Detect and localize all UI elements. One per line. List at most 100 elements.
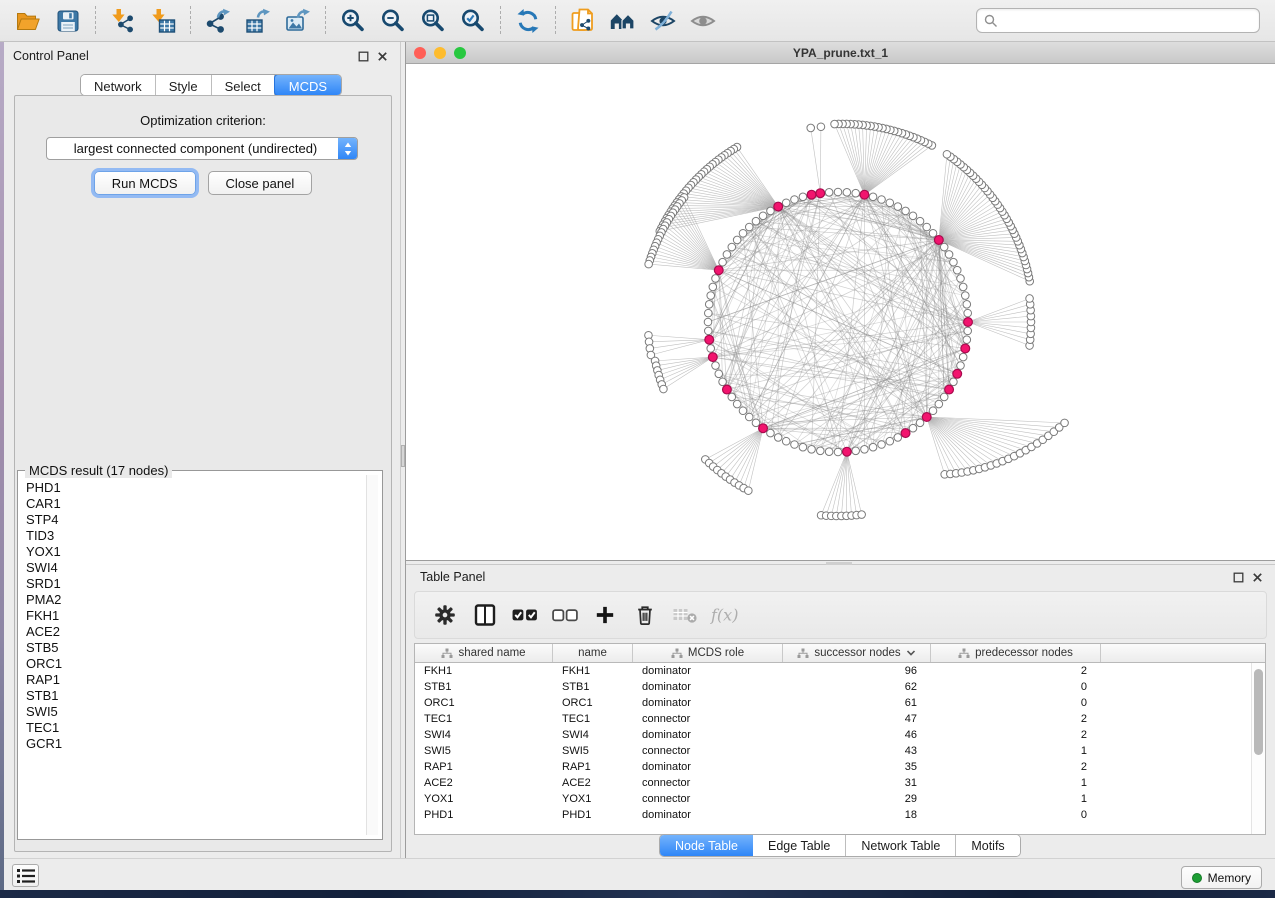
graph-node-selected[interactable] <box>774 202 783 211</box>
table-settings-button[interactable] <box>428 597 462 633</box>
float-panel-icon[interactable] <box>1233 572 1244 583</box>
graph-node[interactable] <box>878 441 886 449</box>
graph-node[interactable] <box>704 318 712 326</box>
graph-node[interactable] <box>705 300 713 308</box>
tab-network-table[interactable]: Network Table <box>846 835 956 856</box>
graph-node[interactable] <box>782 437 790 445</box>
graph-node[interactable] <box>957 275 965 283</box>
graph-node[interactable] <box>712 275 720 283</box>
graph-node-selected[interactable] <box>705 335 714 344</box>
tab-edge-table[interactable]: Edge Table <box>753 835 846 856</box>
graph-node[interactable] <box>759 212 767 220</box>
mcds-result-node[interactable]: CAR1 <box>19 496 366 512</box>
export-table-button[interactable] <box>240 3 276 39</box>
graph-node[interactable] <box>745 223 753 231</box>
graph-node[interactable] <box>950 258 958 266</box>
mcds-result-node[interactable]: STB5 <box>19 640 366 656</box>
graph-node[interactable] <box>858 511 866 519</box>
graph-node[interactable] <box>799 443 807 451</box>
table-row[interactable]: SWI5SWI5connector431 <box>415 743 1265 759</box>
graph-node[interactable] <box>929 229 937 237</box>
network-graph[interactable] <box>406 64 1275 560</box>
mcds-result-node[interactable]: TEC1 <box>19 720 366 736</box>
graph-node[interactable] <box>963 300 971 308</box>
tab-node-table[interactable]: Node Table <box>660 835 753 856</box>
graph-node[interactable] <box>902 207 910 215</box>
graph-node-selected[interactable] <box>759 424 768 433</box>
graph-node[interactable] <box>894 434 902 442</box>
graph-node[interactable] <box>808 445 816 453</box>
table-row[interactable]: YOX1YOX1connector291 <box>415 791 1265 807</box>
zoom-in-button[interactable] <box>335 3 371 39</box>
column-header-MCDS-role[interactable]: MCDS role <box>633 644 783 662</box>
run-mcds-button[interactable]: Run MCDS <box>94 171 196 195</box>
graph-node[interactable] <box>807 124 815 132</box>
graph-node-selected[interactable] <box>934 236 943 245</box>
export-network-button[interactable] <box>200 3 236 39</box>
graph-node-selected[interactable] <box>860 190 869 199</box>
graph-node[interactable] <box>831 120 839 128</box>
graph-node[interactable] <box>715 370 723 378</box>
graph-node-selected[interactable] <box>723 385 732 394</box>
mcds-result-node[interactable]: PMA2 <box>19 592 366 608</box>
table-row[interactable]: FKH1FKH1dominator962 <box>415 663 1265 679</box>
mcds-result-node[interactable]: ORC1 <box>19 656 366 672</box>
float-panel-icon[interactable] <box>358 51 369 62</box>
graph-node-selected[interactable] <box>842 447 851 456</box>
graph-node[interactable] <box>894 203 902 211</box>
tab-style[interactable]: Style <box>156 75 212 95</box>
graph-node[interactable] <box>752 419 760 427</box>
graph-node[interactable] <box>964 309 972 317</box>
graph-node[interactable] <box>940 393 948 401</box>
graph-node[interactable] <box>843 189 851 197</box>
table-row[interactable]: SWI4SWI4dominator462 <box>415 727 1265 743</box>
graph-node[interactable] <box>943 150 951 158</box>
delete-columns-button[interactable] <box>628 597 662 633</box>
graph-node[interactable] <box>869 443 877 451</box>
graph-node[interactable] <box>791 196 799 204</box>
graph-node[interactable] <box>945 251 953 259</box>
graph-node[interactable] <box>886 437 894 445</box>
graph-node[interactable] <box>728 393 736 401</box>
tab-select[interactable]: Select <box>212 75 275 95</box>
tab-motifs[interactable]: Motifs <box>956 835 1019 856</box>
splitter-grip[interactable] <box>401 445 405 467</box>
open-file-button[interactable] <box>10 3 46 39</box>
graph-node[interactable] <box>961 292 969 300</box>
graph-node[interactable] <box>1026 295 1034 303</box>
create-column-button[interactable] <box>588 597 622 633</box>
column-header-successor-nodes[interactable]: successor nodes <box>783 644 931 662</box>
graph-node[interactable] <box>707 292 715 300</box>
hide-selected-button[interactable] <box>645 3 681 39</box>
graph-node[interactable] <box>739 229 747 237</box>
graph-node[interactable] <box>834 188 842 196</box>
close-panel-icon[interactable] <box>377 51 388 62</box>
mcds-result-node[interactable]: STP4 <box>19 512 366 528</box>
mcds-result-node[interactable]: YOX1 <box>19 544 366 560</box>
graph-node-selected[interactable] <box>901 429 910 438</box>
graph-node-selected[interactable] <box>961 344 970 353</box>
first-neighbors-button[interactable] <box>605 3 641 39</box>
show-columns-button[interactable] <box>468 597 502 633</box>
mcds-result-node[interactable]: TID3 <box>19 528 366 544</box>
select-all-columns-button[interactable] <box>508 597 542 633</box>
graph-node[interactable] <box>723 251 731 259</box>
table-scrollbar[interactable] <box>1251 663 1265 834</box>
graph-node[interactable] <box>953 266 961 274</box>
graph-node[interactable] <box>940 243 948 251</box>
graph-node[interactable] <box>1061 419 1069 427</box>
new-network-from-selection-button[interactable] <box>565 3 601 39</box>
table-row[interactable]: ACE2ACE2connector311 <box>415 775 1265 791</box>
graph-node[interactable] <box>964 327 972 335</box>
graph-node[interactable] <box>923 223 931 231</box>
table-row[interactable]: RAP1RAP1dominator352 <box>415 759 1265 775</box>
graph-node[interactable] <box>733 400 741 408</box>
graph-node[interactable] <box>739 407 747 415</box>
mcds-result-node[interactable]: RAP1 <box>19 672 366 688</box>
graph-node[interactable] <box>959 353 967 361</box>
graph-node[interactable] <box>916 217 924 225</box>
graph-node[interactable] <box>712 362 720 370</box>
tab-mcds[interactable]: MCDS <box>274 74 342 96</box>
table-row[interactable]: ORC1ORC1dominator610 <box>415 695 1265 711</box>
mcds-result-node[interactable]: PHD1 <box>19 480 366 496</box>
